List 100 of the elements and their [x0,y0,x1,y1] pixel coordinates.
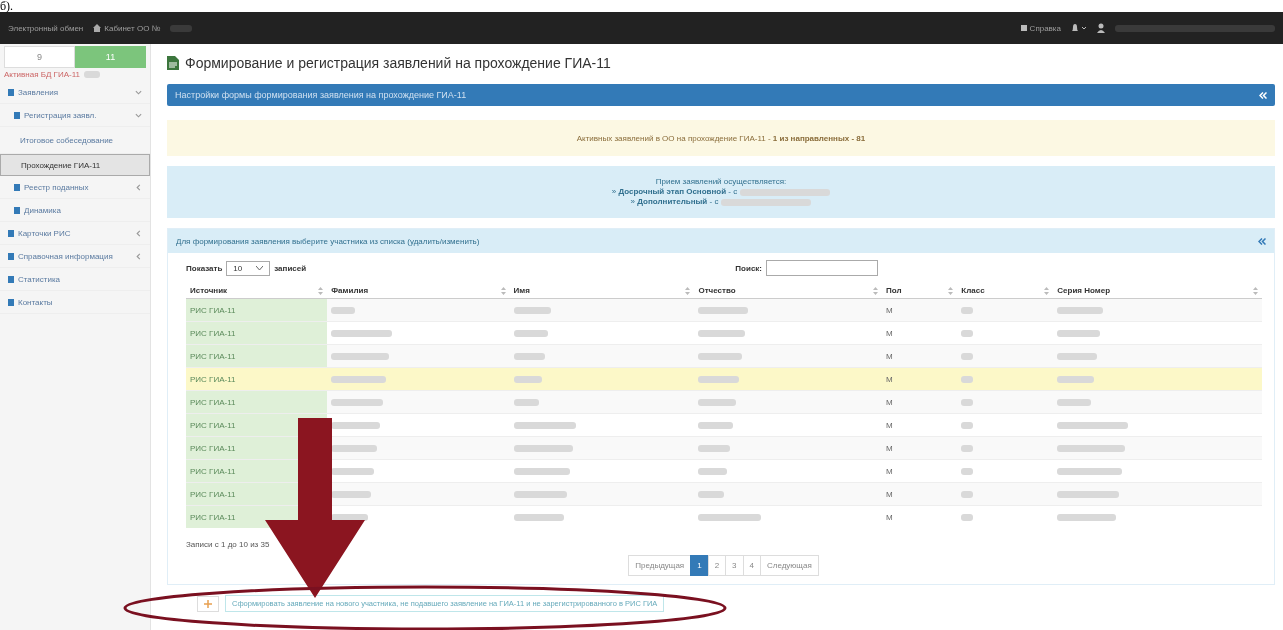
page-link[interactable]: Предыдущая [628,555,692,576]
blurred-text [1057,306,1104,314]
blurred-text [513,513,564,521]
blurred-text [961,467,974,475]
sidebar-item[interactable]: Динамика [0,199,150,222]
panel-title: Для формирования заявления выберите участника из списка (удалить/изменить) [176,236,480,246]
column-header[interactable]: Пол [882,283,958,299]
panel-header[interactable]: Для формирования заявления выберите участника из списка (удалить/изменить) [168,229,1274,253]
blurred-text [1057,329,1101,337]
blurred-text [1057,375,1095,383]
blurred-text [698,398,737,406]
blurred-text [961,421,974,429]
sidebar-item[interactable]: Заявления [0,81,150,104]
blurred-text [961,375,974,383]
table-row[interactable]: РИС ГИА-11 М [186,436,1262,460]
page-link[interactable]: 1 [690,555,709,576]
grade-tab[interactable]: 9 [4,46,75,68]
table-row[interactable]: РИС ГИА-11 М [186,367,1262,391]
sort-icon[interactable] [500,287,506,295]
menu-icon [8,229,14,237]
blurred-text [331,398,384,406]
add-button[interactable] [197,595,219,612]
blurred-text [698,375,740,383]
column-header[interactable]: Класс [957,283,1054,299]
blurred-text [331,421,381,429]
document-icon [167,56,179,70]
search-field[interactable] [766,260,878,276]
blurred-text [513,490,567,498]
brand-link[interactable]: Электронный обмен [8,23,84,33]
blurred-text [513,467,570,475]
sidebar-item[interactable]: Регистрация заявл. [0,104,150,127]
chevron-icon [135,252,142,260]
sort-icon[interactable] [1044,287,1050,295]
blurred-text [961,329,974,337]
table-cell: РИС ГИА-11 [186,390,328,414]
records-summary: Записи с 1 до 10 из 35 [186,540,271,549]
table-cell: М [882,436,958,460]
column-header[interactable]: Источник [186,283,328,299]
panel-title: Настройки формы формирования заявления на прохождение ГИА-11 [175,90,467,100]
table-row[interactable]: РИС ГИА-11 М [186,344,1262,368]
table-row[interactable]: РИС ГИА-11 М [186,298,1262,322]
sort-icon[interactable] [318,287,324,295]
chevron-icon [135,229,142,237]
search-label: Поиск: [735,263,762,273]
sort-icon[interactable] [1253,287,1258,295]
blurred-text [961,352,974,360]
blurred-text [698,444,731,452]
menu-icon [14,206,20,214]
table-row[interactable]: РИС ГИА-11 М [186,482,1262,506]
sidebar-item[interactable]: Статистика [0,268,150,291]
caption: б). [0,0,14,12]
blurred-text [698,513,762,521]
sidebar-item[interactable]: Карточки РИС [0,222,150,245]
column-header[interactable]: Имя [509,283,695,299]
cabinet-link[interactable]: Кабинет ОО № [93,23,161,33]
blurred-text [1057,352,1098,360]
help-link[interactable]: Справка [1020,23,1061,33]
blurred-text [170,24,193,32]
menu-icon [14,111,20,119]
blurred-text [1057,398,1092,406]
sidebar-item[interactable]: Контакты [0,291,150,314]
bell-icon[interactable] [1071,23,1087,33]
user-icon[interactable] [1097,23,1105,33]
blurred-text [513,444,573,452]
menu-icon [14,183,20,191]
column-header[interactable]: Отчество [694,283,882,299]
chevron-icon [135,111,142,119]
menu-icon [8,88,14,96]
blurred-text [698,306,749,314]
page-link[interactable]: Следующая [760,555,819,576]
menu-icon [8,252,14,260]
page-size-select[interactable]: 10 [226,260,271,276]
blurred-text [331,329,393,337]
blurred-text [698,329,746,337]
sort-icon[interactable] [948,287,954,295]
blurred-text [1057,513,1117,521]
sort-icon[interactable] [873,287,878,295]
blurred-text [961,306,974,314]
column-header[interactable]: Фамилия [327,283,510,299]
blurred-text [84,71,100,78]
db-label: Активная БД ГИА-11 [4,70,80,79]
table-row[interactable]: РИС ГИА-11 М [186,390,1262,414]
sidebar-item[interactable]: Справочная информация [0,245,150,268]
blurred-text [698,352,743,360]
blurred-text [961,444,974,452]
blurred-text [331,467,375,475]
sidebar-item[interactable]: Реестр поданных [0,176,150,199]
collapse-icon[interactable] [1258,237,1266,245]
settings-panel-header[interactable]: Настройки формы формирования заявления на прохождение ГИА-11 [167,84,1275,106]
column-header[interactable]: Серия Номер [1053,283,1262,299]
sidebar-item[interactable]: Прохождение ГИА-11 [0,154,150,176]
blurred-text [698,467,728,475]
blurred-text [961,513,974,521]
blurred-text [961,398,974,406]
table-cell: М [882,390,958,414]
table-cell: М [882,344,958,368]
blurred-text [331,490,372,498]
page-link[interactable]: 3 [725,555,744,576]
sort-icon[interactable] [685,287,691,295]
blurred-text [1057,467,1123,475]
